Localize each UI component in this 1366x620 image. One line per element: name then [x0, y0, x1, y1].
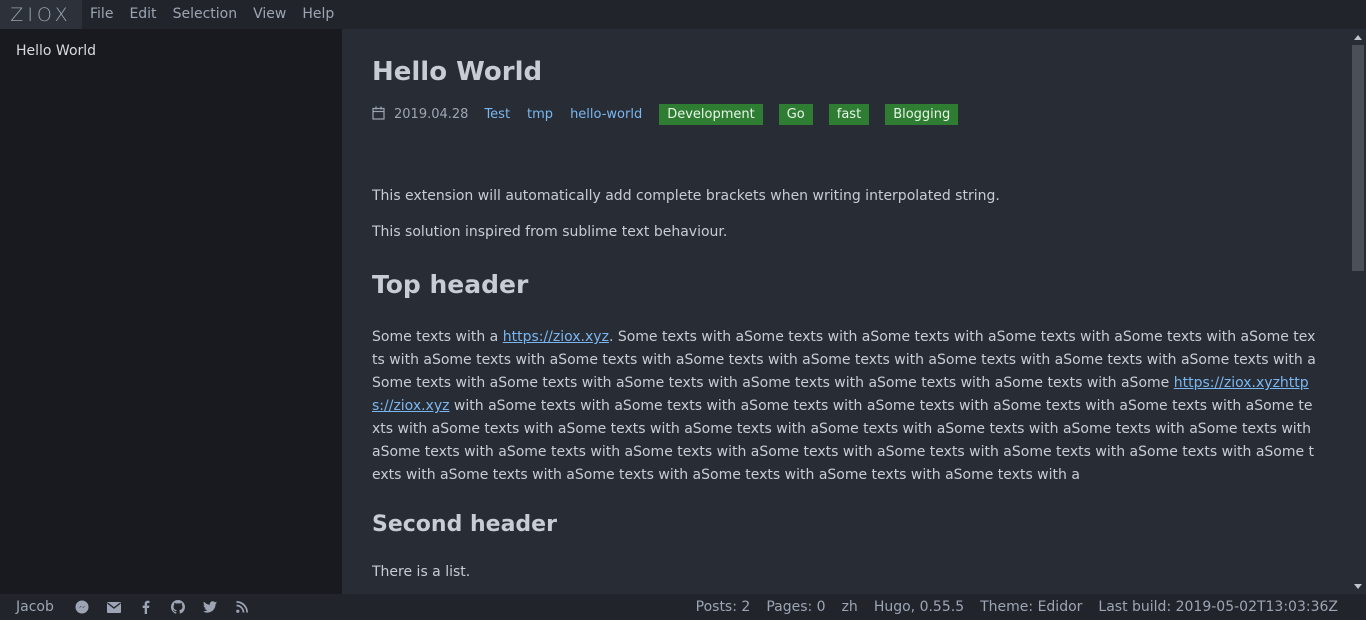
- tag-blogging[interactable]: Blogging: [885, 103, 959, 125]
- category-link-tmp[interactable]: tmp: [527, 107, 553, 122]
- category-link-test[interactable]: Test: [484, 107, 510, 122]
- theme-name: Theme: Edidor: [980, 599, 1083, 615]
- tag-development[interactable]: Development: [659, 103, 763, 125]
- facebook-icon[interactable]: [139, 600, 153, 614]
- paragraph-list-intro: There is a list.: [372, 564, 471, 580]
- tag-go[interactable]: Go: [778, 103, 813, 125]
- rss-icon[interactable]: [235, 600, 249, 614]
- hugo-version: Hugo, 0.55.5: [873, 599, 965, 615]
- vertical-scrollbar[interactable]: [1350, 29, 1366, 594]
- heading-top-header: Top header: [372, 270, 529, 299]
- menu-file[interactable]: File: [82, 0, 121, 29]
- pages-count: Pages: 0: [766, 599, 826, 615]
- site-stats: Posts: 2 Pages: 0 zh Hugo, 0.55.5 Theme:…: [680, 599, 1338, 615]
- mail-icon[interactable]: [106, 600, 121, 614]
- messenger-icon[interactable]: [75, 600, 89, 614]
- menu-bar: ZIOX File Edit Selection View Help: [0, 0, 1366, 29]
- menu-edit[interactable]: Edit: [121, 0, 164, 29]
- twitter-icon[interactable]: [202, 600, 217, 614]
- status-bar: Jacob Posts: 2 Pages: 0 zh Hugo, 0.55.5 …: [0, 594, 1366, 620]
- heading-second-header: Second header: [372, 512, 557, 537]
- long-text-start: Some texts with a: [372, 329, 503, 345]
- scroll-up-arrow-icon[interactable]: [1350, 29, 1366, 45]
- calendar-icon: [372, 105, 386, 120]
- github-icon[interactable]: [170, 600, 185, 614]
- post-date: 2019.04.28: [394, 106, 469, 122]
- long-text-end: with aSome texts with aSome texts with a…: [372, 398, 1315, 483]
- scroll-down-arrow-icon[interactable]: [1350, 578, 1366, 594]
- author-name: Jacob: [16, 599, 54, 615]
- posts-count: Posts: 2: [695, 599, 751, 615]
- category-link-hello-world[interactable]: hello-world: [570, 107, 642, 122]
- language: zh: [841, 599, 858, 615]
- post-title: Hello World: [372, 57, 543, 87]
- menu-view[interactable]: View: [245, 0, 294, 29]
- app-logo[interactable]: ZIOX: [0, 0, 82, 29]
- tag-fast[interactable]: fast: [828, 103, 870, 125]
- post-meta: 2019.04.28 Test tmp hello-world Developm…: [372, 103, 1350, 125]
- paragraph-long: Some texts with a https://ziox.xyz. Some…: [372, 326, 1320, 487]
- post-content: Hello World 2019.04.28 Test tmp hello-wo…: [342, 29, 1350, 594]
- menu-help[interactable]: Help: [294, 0, 342, 29]
- sidebar: Hello World: [0, 29, 342, 594]
- last-build: Last build: 2019-05-02T13:03:36Z: [1098, 599, 1338, 615]
- menu-selection[interactable]: Selection: [165, 0, 246, 29]
- link-ziox[interactable]: https://ziox.xyz: [503, 329, 609, 345]
- scrollbar-thumb[interactable]: [1352, 45, 1364, 271]
- paragraph-inspired: This solution inspired from sublime text…: [372, 224, 728, 240]
- paragraph-intro: This extension will automatically add co…: [372, 188, 1000, 204]
- sidebar-item-hello-world[interactable]: Hello World: [0, 29, 342, 59]
